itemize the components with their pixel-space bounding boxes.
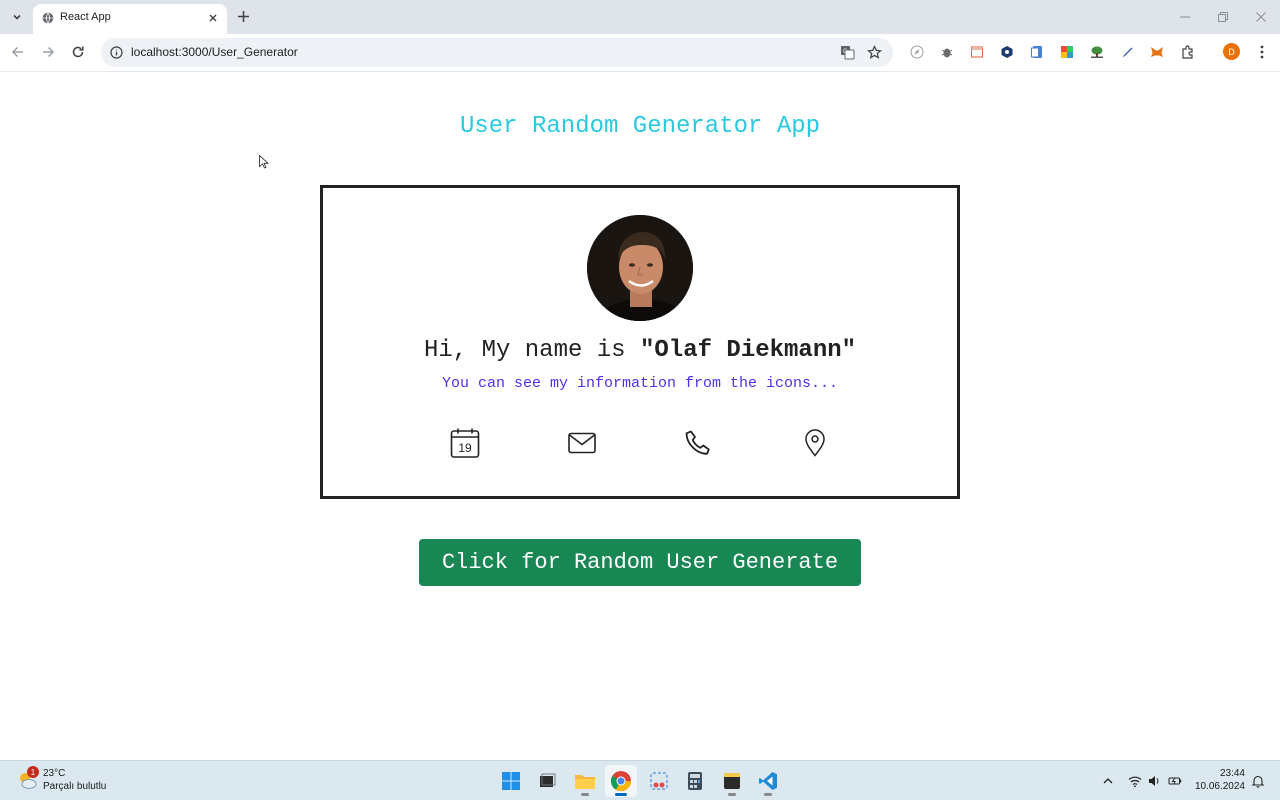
info-subtitle: You can see my information from the icon… [441, 375, 839, 392]
mail-icon[interactable] [565, 426, 599, 460]
profile-avatar[interactable]: D [1223, 43, 1240, 60]
generate-random-user-button[interactable]: Click for Random User Generate [419, 539, 861, 586]
taskbar-snipping-tool[interactable] [643, 765, 675, 797]
weather-temperature: 23°C [43, 768, 66, 779]
calendar-icon[interactable]: 19 [448, 426, 482, 460]
running-indicator [764, 793, 772, 796]
scissors-icon [650, 772, 668, 790]
greeting-prefix: Hi, My name is [423, 337, 640, 364]
new-tab-icon[interactable] [236, 9, 251, 24]
taskbar-file-explorer[interactable] [569, 765, 601, 797]
tab-search-button[interactable] [7, 7, 27, 27]
windows-taskbar: 1 23°C Parçalı bulutlu 23:44 10.06.2024 [0, 760, 1280, 800]
battery-icon[interactable] [1168, 774, 1182, 788]
user-photo [587, 215, 693, 321]
tab-title: React App [60, 11, 111, 23]
wifi-icon[interactable] [1128, 774, 1142, 788]
address-bar[interactable]: localhost:3000/User_Generator G [101, 38, 893, 67]
active-indicator [615, 793, 627, 796]
taskbar-vscode[interactable] [752, 765, 784, 797]
browser-tabstrip: React App [0, 0, 1280, 34]
grid-extension-icon[interactable] [1060, 45, 1074, 59]
user-name: "Olaf Diekmann" [640, 337, 857, 364]
site-info-icon[interactable] [110, 46, 123, 59]
close-tab-icon[interactable] [206, 11, 220, 25]
show-hidden-icons-icon[interactable] [1101, 774, 1115, 788]
taskbar-chrome[interactable] [605, 765, 637, 797]
svg-text:G: G [843, 49, 848, 55]
bookmark-star-icon[interactable] [867, 45, 882, 60]
mouse-cursor-icon [259, 155, 269, 169]
forward-icon[interactable] [40, 44, 56, 60]
restore-icon[interactable] [1216, 10, 1230, 24]
url-text: localhost:3000/User_Generator [131, 45, 298, 59]
vscode-icon [759, 772, 777, 790]
clock-date[interactable]: 10.06.2024 [1190, 781, 1245, 792]
sticky-note-icon [724, 773, 740, 789]
weather-description: Parçalı bulutlu [43, 781, 107, 792]
tree-extension-icon[interactable] [1090, 45, 1104, 59]
folder-icon [575, 775, 595, 789]
more-menu-icon[interactable] [1255, 44, 1269, 60]
back-icon[interactable] [10, 44, 26, 60]
calculator-icon [688, 772, 702, 790]
user-card: Hi, My name is "Olaf Diekmann" You can s… [320, 185, 960, 499]
hexagon-extension-icon[interactable] [1000, 45, 1014, 59]
phone-icon[interactable] [681, 426, 715, 460]
greeting-text: Hi, My name is "Olaf Diekmann" [323, 337, 957, 364]
user-avatar [587, 215, 693, 321]
compass-extension-icon[interactable] [910, 45, 924, 59]
taskbar-calculator[interactable] [679, 765, 711, 797]
extensions-puzzle-icon[interactable] [1181, 45, 1195, 59]
page-content: User Random Generator App Hi, My name is… [0, 73, 1280, 760]
windows-logo-icon [502, 772, 520, 790]
running-indicator [728, 793, 736, 796]
docs-extension-icon[interactable] [1030, 45, 1044, 59]
location-icon[interactable] [798, 426, 832, 460]
task-view-icon [540, 773, 556, 787]
close-window-icon[interactable] [1254, 10, 1268, 24]
chevron-down-icon [13, 14, 21, 20]
globe-icon [42, 12, 54, 24]
clock-time[interactable]: 23:44 [1205, 768, 1245, 779]
start-button[interactable] [495, 765, 527, 797]
translate-icon[interactable]: G [840, 45, 855, 60]
bug-extension-icon[interactable] [940, 45, 954, 59]
calendar-extension-icon[interactable] [970, 45, 984, 59]
running-indicator [581, 793, 589, 796]
chrome-icon [610, 771, 632, 792]
notifications-bell-icon[interactable] [1251, 774, 1265, 788]
reload-icon[interactable] [70, 44, 86, 60]
metamask-fox-icon[interactable] [1150, 45, 1164, 59]
volume-icon[interactable] [1147, 774, 1161, 788]
minimize-icon[interactable] [1178, 10, 1192, 24]
dropper-extension-icon[interactable] [1120, 45, 1134, 59]
calendar-day: 19 [458, 441, 472, 455]
app-title: User Random Generator App [459, 113, 821, 140]
weather-badge: 1 [27, 766, 39, 778]
browser-tab[interactable]: React App [33, 4, 227, 34]
taskbar-task-view[interactable] [531, 765, 563, 797]
browser-toolbar: localhost:3000/User_Generator G D [0, 34, 1280, 72]
taskbar-sticky-notes[interactable] [716, 765, 748, 797]
